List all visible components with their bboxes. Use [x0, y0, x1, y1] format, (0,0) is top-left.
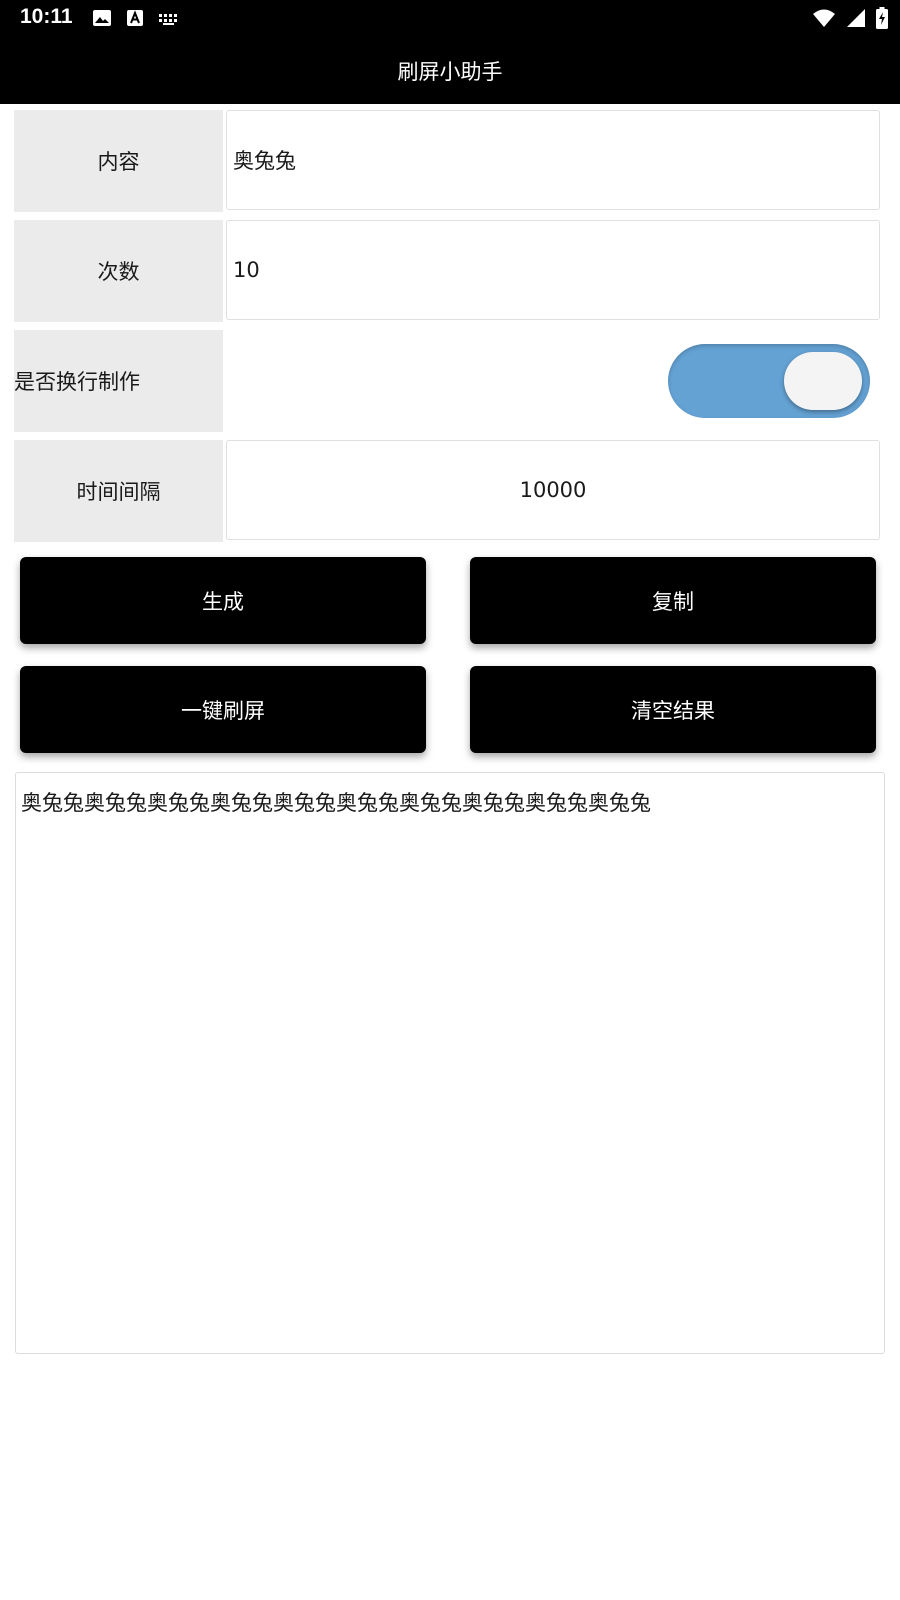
interval-input[interactable]: 10000 — [226, 440, 880, 540]
clear-result-button[interactable]: 清空结果 — [470, 666, 876, 753]
newline-label: 是否换行制作 — [14, 330, 223, 432]
status-icons-right — [812, 7, 888, 29]
content-input[interactable]: 奥兔兔 — [226, 110, 880, 210]
result-textarea[interactable]: 奥兔兔奥兔兔奥兔兔奥兔兔奥兔兔奥兔兔奥兔兔奥兔兔奥兔兔奥兔兔 — [15, 772, 885, 1354]
generate-button[interactable]: 生成 — [20, 557, 426, 644]
signal-icon — [847, 9, 865, 27]
toggle-knob[interactable] — [784, 352, 862, 410]
copy-button[interactable]: 复制 — [470, 557, 876, 644]
app-bar: 刷屏小助手 — [0, 36, 900, 104]
interval-row: 时间间隔 10000 — [14, 440, 884, 542]
text-a-icon — [127, 10, 143, 26]
app-title: 刷屏小助手 — [397, 60, 503, 84]
content-row: 内容 奥兔兔 — [14, 110, 884, 212]
count-input[interactable]: 10 — [226, 220, 880, 320]
count-row: 次数 10 — [14, 220, 884, 322]
status-time: 10:11 — [20, 5, 73, 28]
image-icon — [93, 10, 111, 26]
wifi-icon — [813, 9, 835, 27]
interval-label: 时间间隔 — [14, 440, 223, 542]
status-bar: 10:11 — [0, 0, 900, 36]
one-key-spam-button[interactable]: 一键刷屏 — [20, 666, 426, 753]
count-label: 次数 — [14, 220, 223, 322]
status-icons-left — [92, 8, 180, 28]
keyboard-icon — [159, 14, 177, 25]
newline-row: 是否换行制作 — [14, 330, 884, 432]
content-label: 内容 — [14, 110, 223, 212]
battery-charging-icon — [876, 7, 888, 29]
newline-toggle[interactable] — [668, 344, 870, 418]
